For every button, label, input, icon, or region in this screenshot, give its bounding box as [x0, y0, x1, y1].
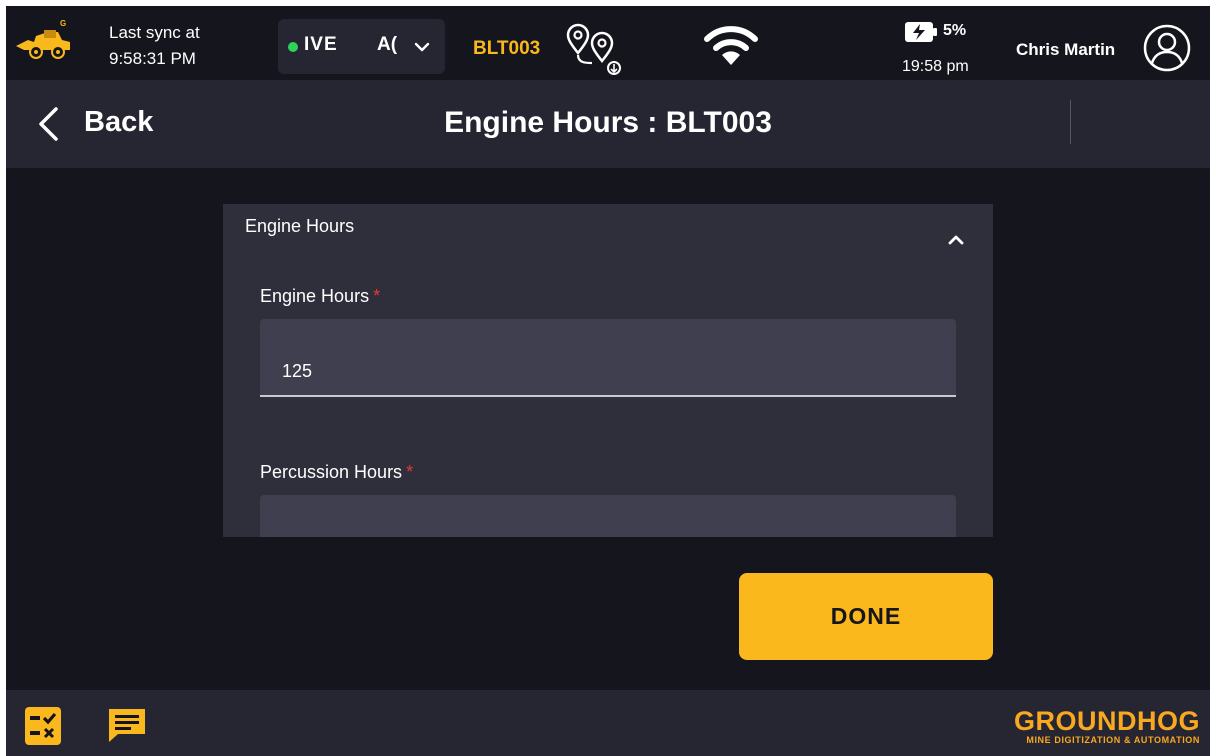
bottom-bar: GROUNDHOG MINE DIGITIZATION & AUTOMATION — [6, 690, 1210, 756]
collapse-chevron-icon[interactable] — [943, 230, 969, 250]
page-title: Engine Hours : BLT003 — [444, 106, 772, 139]
brand-logo: GROUNDHOG MINE DIGITIZATION & AUTOMATION — [1014, 707, 1200, 745]
message-icon[interactable] — [106, 706, 148, 744]
last-sync-label: Last sync at — [109, 23, 200, 42]
engine-hours-label: Engine Hours * — [260, 286, 380, 307]
header-divider — [1070, 100, 1071, 144]
status-bar: G Last sync at 9:58:31 PM IVE A( BLT003 — [6, 6, 1210, 80]
app-frame: G Last sync at 9:58:31 PM IVE A( BLT003 — [6, 6, 1210, 756]
checklist-icon[interactable] — [24, 706, 62, 746]
brand-tagline: MINE DIGITIZATION & AUTOMATION — [1026, 735, 1200, 745]
chevron-down-icon — [414, 42, 430, 52]
live-status-dot — [288, 42, 298, 52]
percussion-hours-input[interactable] — [260, 495, 956, 537]
engine-hours-input[interactable] — [260, 319, 956, 397]
user-name: Chris Martin — [1016, 40, 1116, 59]
user-avatar-icon[interactable] — [1142, 23, 1192, 73]
wifi-icon — [704, 26, 758, 65]
machine-logo-icon: G — [16, 19, 70, 59]
svg-text:G: G — [60, 19, 66, 28]
percussion-hours-label: Percussion Hours * — [260, 462, 413, 483]
clock: 19:58 pm — [902, 58, 969, 75]
battery-percent: 5% — [943, 22, 967, 39]
engine-hours-section: Engine Hours Engine Hours* Percussion Ho… — [223, 204, 993, 537]
route-map-icon[interactable] — [564, 23, 626, 77]
equipment-id: BLT003 — [473, 38, 541, 59]
battery-charging-icon — [905, 22, 937, 42]
page-header: Back Engine Hours : BLT003 — [6, 80, 1210, 168]
mode-label: IVE — [304, 34, 338, 55]
last-sync: Last sync at 9:58:31 PM — [109, 20, 200, 72]
percussion-hours-label-text: Percussion Hours — [260, 462, 403, 482]
mode-label-secondary: A( — [377, 34, 398, 55]
done-button[interactable]: DONE — [739, 573, 993, 660]
mode-dropdown[interactable]: IVE A( — [278, 19, 445, 74]
required-mark: * — [373, 286, 381, 306]
section-title: Engine Hours — [245, 216, 355, 236]
last-sync-time: 9:58:31 PM — [109, 49, 196, 68]
brand-name: GROUNDHOG — [1014, 706, 1200, 736]
required-mark: * — [406, 462, 414, 482]
engine-hours-label-text: Engine Hours — [260, 286, 370, 306]
